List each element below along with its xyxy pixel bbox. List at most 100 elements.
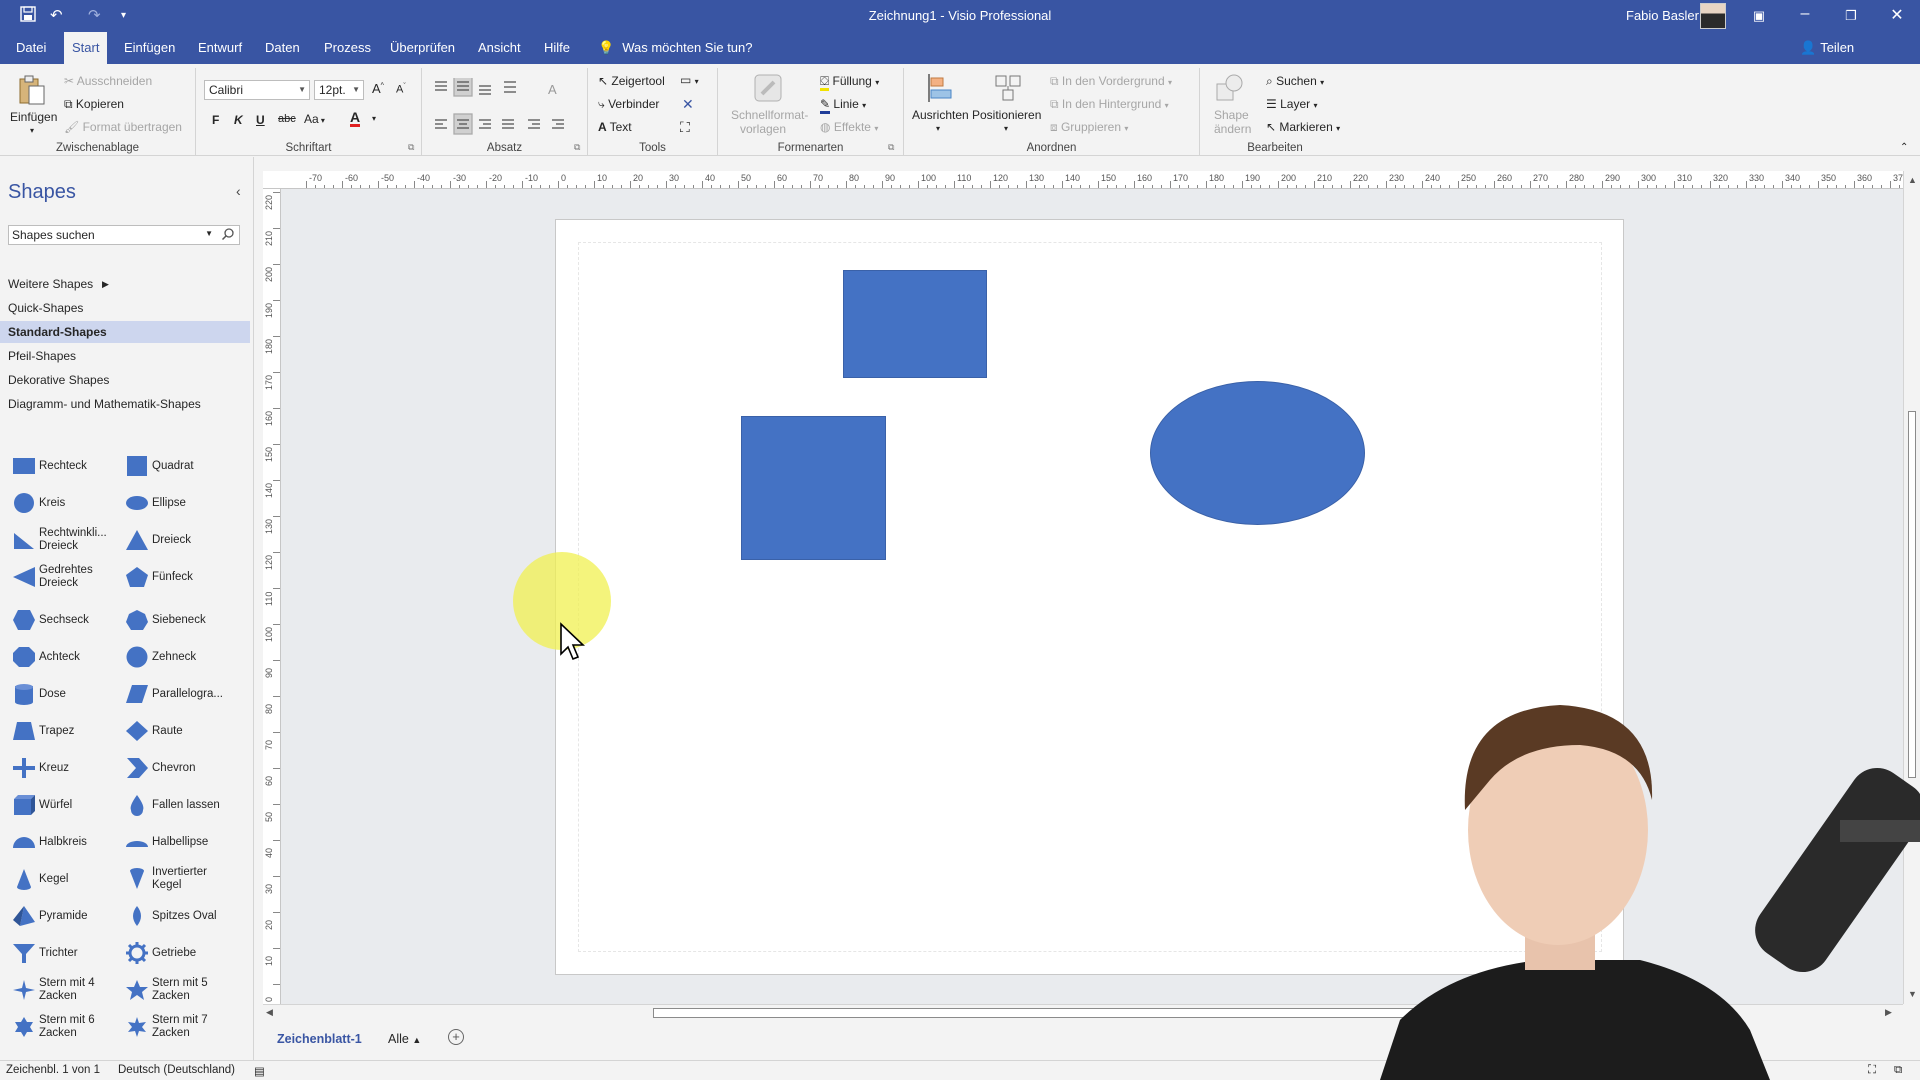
paragraph-align-icons[interactable]: A (432, 78, 582, 138)
dialog-launcher-icon[interactable]: ⧉ (888, 142, 894, 153)
tab-start[interactable]: Start (64, 32, 108, 64)
bring-to-front-button[interactable]: ⧉ In den Vordergrund ▾ (1050, 74, 1172, 89)
tab-ansicht[interactable]: Ansicht (470, 32, 529, 64)
top-rectangle[interactable] (843, 270, 987, 378)
user-name[interactable]: Fabio Basler (1626, 8, 1699, 23)
category-item[interactable]: Diagramm- und Mathematik-Shapes (0, 393, 250, 415)
group-button[interactable]: ⧈ Gruppieren ▾ (1050, 120, 1128, 135)
stencil-item[interactable]: Ellipse (117, 486, 232, 520)
category-item[interactable]: Quick-Shapes (0, 297, 250, 319)
page-indicator[interactable]: Zeichenbl. 1 von 1 (6, 1064, 100, 1076)
ribbon-display-options-icon[interactable]: ▣ (1744, 8, 1774, 24)
rectangle-tool-icon[interactable]: ▭ ▾ (680, 73, 699, 87)
stencil-item[interactable]: Rechteck (4, 449, 119, 483)
stencil-item[interactable]: Chevron (117, 751, 232, 785)
paste-dropdown-icon[interactable]: ▾ (30, 126, 34, 135)
category-item[interactable]: Weitere Shapes ▶ (0, 273, 250, 295)
stencil-item[interactable]: Rechtwinkli... Dreieck (4, 523, 119, 557)
line-button[interactable]: ✎ Linie ▾ (820, 97, 866, 114)
stencil-item[interactable]: Parallelogra... (117, 677, 232, 711)
stencil-item[interactable]: Zehneck (117, 640, 232, 674)
collapse-pane-icon[interactable]: ‹ (236, 183, 241, 199)
paste-button[interactable]: Einfügen ▾ (8, 72, 58, 142)
stencil-item[interactable]: Kreis (4, 486, 119, 520)
text-tool-button[interactable]: A Text (598, 120, 632, 134)
stencil-item[interactable]: Stern mit 6 Zacken (4, 1010, 119, 1044)
position-button[interactable]: Positionieren ▾ (970, 70, 1046, 140)
stencil-item[interactable]: Invertierter Kegel (117, 862, 232, 896)
macro-record-icon[interactable]: ▤ (254, 1064, 265, 1078)
tab-ueberpruefen[interactable]: Überprüfen (382, 32, 463, 64)
send-to-back-button[interactable]: ⧉ In den Hintergrund ▾ (1050, 97, 1169, 112)
effects-button[interactable]: ◍ Effekte ▾ (820, 120, 878, 134)
stencil-item[interactable]: Stern mit 7 Zacken (117, 1010, 232, 1044)
align-button[interactable]: Ausrichten ▾ (910, 70, 970, 140)
ellipse[interactable] (1150, 381, 1365, 525)
stencil-item[interactable]: Sechseck (4, 603, 119, 637)
copy-button[interactable]: ⧉ Kopieren (64, 97, 124, 112)
font-name-select[interactable]: Calibri ▼ (204, 80, 310, 100)
stencil-item[interactable]: Fallen lassen (117, 788, 232, 822)
tab-prozess[interactable]: Prozess (316, 32, 379, 64)
stencil-item[interactable]: Dose (4, 677, 119, 711)
change-case-button[interactable]: Aa ▾ (304, 112, 325, 126)
stencil-item[interactable]: Fünfeck (117, 560, 232, 594)
change-shape-button[interactable]: Shape ändern (1204, 70, 1254, 140)
stencil-item[interactable]: Stern mit 4 Zacken (4, 973, 119, 1007)
stencil-item[interactable]: Pyramide (4, 899, 119, 933)
tab-entwurf[interactable]: Entwurf (190, 32, 250, 64)
stencil-item[interactable]: Gedrehtes Dreieck (4, 560, 119, 594)
stencil-item[interactable]: Trichter (4, 936, 119, 970)
close-icon[interactable]: ✕ (1882, 5, 1912, 25)
stencil-item[interactable]: Siebeneck (117, 603, 232, 637)
find-button[interactable]: ⌕ Suchen ▾ (1266, 74, 1324, 89)
italic-button[interactable]: K (234, 113, 243, 127)
select-button[interactable]: ↖ Markieren ▾ (1266, 120, 1340, 134)
language-indicator[interactable]: Deutsch (Deutschland) (118, 1064, 235, 1076)
scroll-up-icon[interactable]: ▲ (1908, 175, 1917, 185)
share-button[interactable]: 👤 Teilen (1800, 40, 1854, 56)
bold-button[interactable]: F (212, 113, 219, 127)
tab-datei[interactable]: Datei (8, 32, 54, 64)
strikethrough-button[interactable]: abc (278, 113, 296, 125)
category-item[interactable]: Dekorative Shapes (0, 369, 250, 391)
sheet-tab-active[interactable]: Zeichenblatt-1 (277, 1032, 362, 1046)
search-icon[interactable] (221, 227, 235, 241)
stencil-item[interactable]: Dreieck (117, 523, 232, 557)
scroll-left-icon[interactable]: ◀ (266, 1007, 273, 1018)
restore-icon[interactable]: ❐ (1836, 8, 1866, 24)
format-painter-button[interactable]: 🖌 Format übertragen (64, 120, 182, 134)
horizontal-scroll-thumb[interactable] (653, 1008, 1413, 1018)
underline-button[interactable]: U (256, 113, 265, 127)
all-sheets-button[interactable]: Alle ▲ (388, 1032, 421, 1046)
category-item[interactable]: Pfeil-Shapes (0, 345, 250, 367)
category-item[interactable]: Standard-Shapes (0, 321, 250, 343)
stencil-item[interactable]: Würfel (4, 788, 119, 822)
stencil-item[interactable]: Halbellipse (117, 825, 232, 859)
dialog-launcher-icon[interactable]: ⧉ (574, 142, 580, 153)
stencil-item[interactable]: Getriebe (117, 936, 232, 970)
font-size-select[interactable]: 12pt. ▼ (314, 80, 364, 100)
stencil-item[interactable]: Halbkreis (4, 825, 119, 859)
close-connection-icon[interactable]: ✕ (682, 96, 694, 113)
stencil-item[interactable]: Spitzes Oval (117, 899, 232, 933)
stencil-item[interactable]: Kreuz (4, 751, 119, 785)
connection-point-icon[interactable]: ⛶ (680, 119, 690, 136)
tab-einfuegen[interactable]: Einfügen (116, 32, 183, 64)
connector-button[interactable]: ⤷ Verbinder (598, 97, 659, 112)
lower-square[interactable] (741, 416, 886, 560)
font-color-dropdown-icon[interactable]: ▾ (372, 114, 376, 123)
dialog-launcher-icon[interactable]: ⧉ (408, 142, 414, 153)
fill-button[interactable]: ⛋ Füllung ▾ (820, 74, 879, 91)
stencil-item[interactable]: Trapez (4, 714, 119, 748)
tell-me-search[interactable]: 💡 Was möchten Sie tun? (598, 40, 753, 56)
cut-button[interactable]: ✂ Ausschneiden (64, 74, 152, 88)
stencil-item[interactable]: Kegel (4, 862, 119, 896)
chevron-down-icon[interactable]: ▼ (205, 229, 213, 238)
avatar[interactable] (1700, 3, 1726, 29)
stencil-item[interactable]: Raute (117, 714, 232, 748)
collapse-ribbon-icon[interactable]: ⌃ (1900, 142, 1908, 153)
font-color-button[interactable]: A (350, 110, 361, 127)
tab-daten[interactable]: Daten (257, 32, 308, 64)
add-sheet-icon[interactable]: + (448, 1029, 464, 1045)
